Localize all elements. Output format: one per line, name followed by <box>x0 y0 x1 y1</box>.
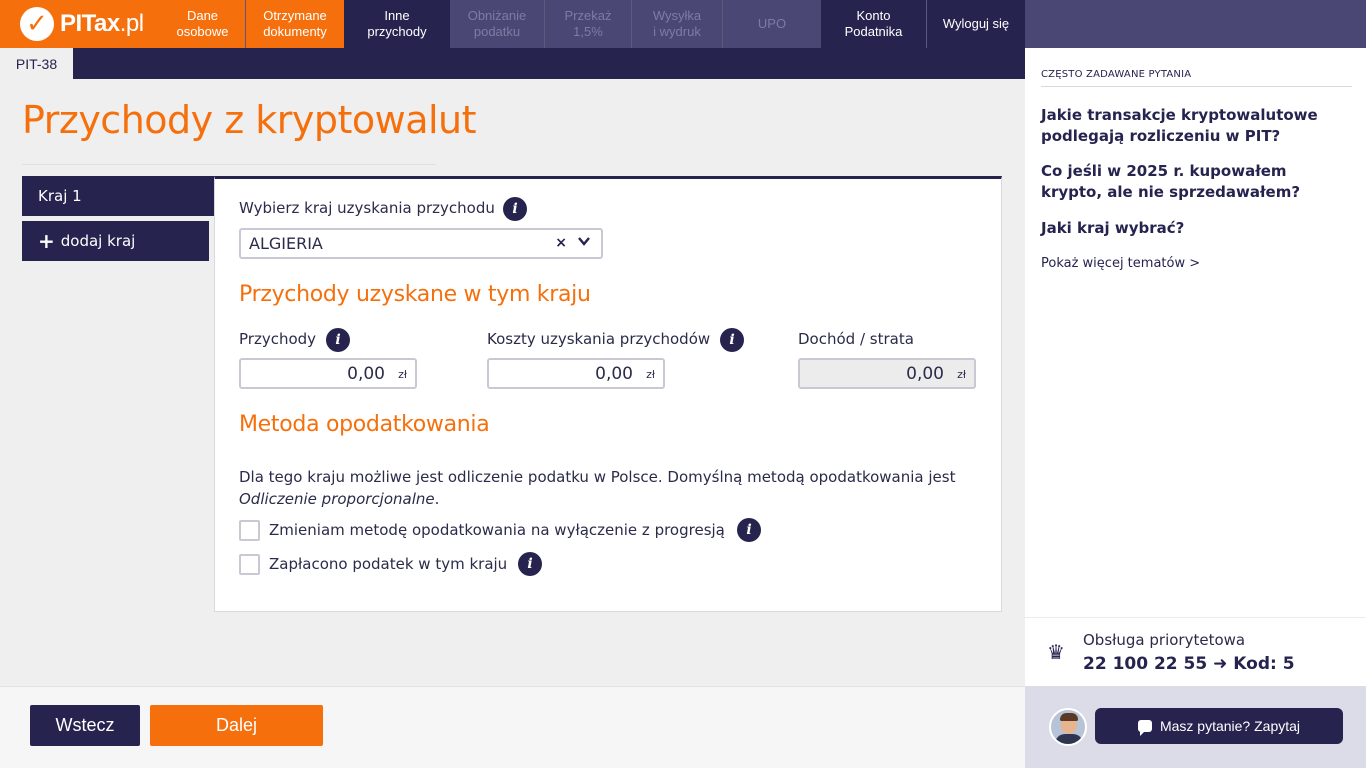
back-button[interactable]: Wstecz <box>30 705 140 746</box>
revenue-value: 0,00 <box>347 364 385 384</box>
faq-heading: CZĘSTO ZADAWANE PYTANIA <box>1041 69 1192 80</box>
sidebar-header <box>1025 0 1366 48</box>
result-field: 0,00 zł <box>798 358 976 389</box>
logo-text: PITax.pl <box>60 10 144 37</box>
costs-value: 0,00 <box>595 364 633 384</box>
faq-question-1[interactable]: Jakie transakcje kryptowalutowe podlegaj… <box>1041 105 1351 147</box>
tax-paid-checkbox[interactable] <box>239 554 260 575</box>
priority-number: 22 100 22 55 ➜ Kod: 5 <box>1083 654 1295 674</box>
income-section-title: Przychody uzyskane w tym kraju <box>239 282 591 307</box>
divider <box>22 164 436 165</box>
logout-button[interactable]: Wyloguj się <box>927 0 1025 48</box>
progression-checkbox[interactable] <box>239 520 260 541</box>
plus-icon: + <box>38 229 55 253</box>
chat-bubble-icon <box>1137 720 1152 736</box>
info-icon[interactable]: i <box>518 552 542 576</box>
country-select[interactable]: ALGIERIA × <box>239 228 603 259</box>
step-obnizanie-podatku: Obniżanie podatku <box>450 0 544 48</box>
step-upo: UPO <box>723 0 821 48</box>
step-wysylka: Wysyłka i wydruk <box>632 0 722 48</box>
revenue-label: Przychody <box>239 330 317 348</box>
currency-label: zł <box>646 368 655 381</box>
chevron-down-icon[interactable] <box>577 234 591 252</box>
step-przekaz: Przekaż 1,5% <box>545 0 631 48</box>
add-country-label: dodaj kraj <box>60 232 136 250</box>
faq-question-3[interactable]: Jaki kraj wybrać? <box>1041 218 1351 239</box>
page-title: Przychody z kryptowalut <box>22 98 477 142</box>
priority-support <box>1025 617 1366 686</box>
country-select-label: Wybierz kraj uzyskania przychodu <box>239 199 495 217</box>
ask-question-label: Masz pytanie? Zapytaj <box>1159 718 1301 734</box>
clear-icon[interactable]: × <box>555 235 567 251</box>
step-inne-przychody[interactable]: Inne przychody <box>344 0 450 48</box>
priority-label: Obsługa priorytetowa <box>1083 631 1246 649</box>
progression-label[interactable]: Zmieniam metodę opodatkowania na wyłącze… <box>269 521 725 539</box>
method-section-title: Metoda opodatkowania <box>239 412 490 437</box>
step-otrzymane-dokumenty[interactable]: Otrzymane dokumenty <box>246 0 344 48</box>
info-icon[interactable]: i <box>503 197 527 221</box>
country-select-value: ALGIERIA <box>249 234 323 253</box>
faq-question-2[interactable]: Co jeśli w 2025 r. kupowałem krypto, ale… <box>1041 161 1351 203</box>
tab-pit-38[interactable]: PIT-38 <box>0 48 73 79</box>
step-dane-osobowe[interactable]: Dane osobowe <box>160 0 245 48</box>
logo[interactable]: ✓ PITax.pl <box>0 0 160 48</box>
currency-label: zł <box>398 368 407 381</box>
revenue-input[interactable]: 0,00 zł <box>239 358 417 389</box>
consultant-avatar <box>1049 708 1087 746</box>
result-value: 0,00 <box>906 364 944 384</box>
form-tab-bar <box>0 48 1025 79</box>
ask-question-button[interactable]: Masz pytanie? Zapytaj <box>1095 708 1343 744</box>
result-label: Dochód / strata <box>798 330 914 348</box>
crown-icon: ♛ <box>1047 640 1065 664</box>
tab-country-1[interactable]: Kraj 1 <box>22 176 214 216</box>
currency-label: zł <box>957 368 966 381</box>
tax-paid-label[interactable]: Zapłacono podatek w tym kraju <box>269 555 507 573</box>
add-country-button[interactable]: + dodaj kraj <box>22 221 209 261</box>
faq-more-link[interactable]: Pokaż więcej tematów > <box>1041 256 1200 271</box>
checkmark-icon: ✓ <box>20 7 54 41</box>
costs-label: Koszty uzyskania przychodów <box>487 330 711 348</box>
costs-input[interactable]: 0,00 zł <box>487 358 665 389</box>
account-button[interactable]: Konto Podatnika <box>821 0 926 48</box>
info-icon[interactable]: i <box>720 328 744 352</box>
divider <box>1041 86 1352 87</box>
method-description: Dla tego kraju możliwe jest odliczenie p… <box>239 468 956 508</box>
info-icon[interactable]: i <box>737 518 761 542</box>
info-icon[interactable]: i <box>326 328 350 352</box>
next-button[interactable]: Dalej <box>150 705 323 746</box>
